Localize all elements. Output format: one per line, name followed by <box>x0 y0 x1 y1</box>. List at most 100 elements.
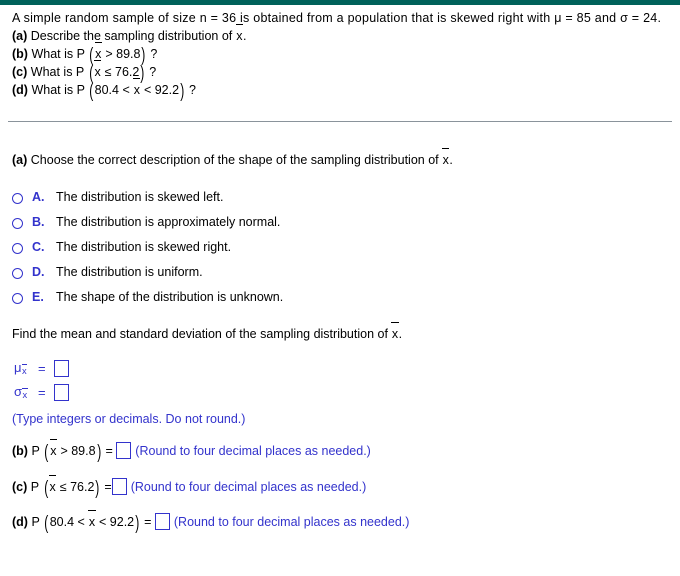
part-c-text-after: ? <box>145 65 157 79</box>
answer-c-expression: (x ≤ 76.2) <box>43 475 101 500</box>
radio-button-icon[interactable] <box>12 193 23 204</box>
part-b-label: (b) <box>12 47 28 61</box>
part-d-text-after: ? <box>185 83 196 97</box>
find-mean-sd-prompt: Find the mean and standard deviation of … <box>12 322 403 343</box>
answer-d-expression: (80.4 < x < 92.2) <box>43 510 140 535</box>
intro-period: . <box>657 11 662 25</box>
question-part-b-line: (b) What is P (x > 89.8) ? <box>12 42 661 67</box>
answer-row-b: (b) P (x > 89.8) = (Round to four decima… <box>12 439 371 464</box>
close-paren: ) <box>135 512 140 535</box>
part-c-expr-suffix: ≤ 76.2 <box>101 65 140 79</box>
radio-button-icon[interactable] <box>12 268 23 279</box>
open-paren: ( <box>44 512 49 535</box>
choice-label: The distribution is skewed left. <box>56 190 224 204</box>
equals-sign: = <box>38 360 46 376</box>
answer-row-d: (d) P (80.4 < x < 92.2) = (Round to four… <box>12 510 409 535</box>
choice-label: The distribution is approximately normal… <box>56 215 281 229</box>
choice-label: The shape of the distribution is unknown… <box>56 290 284 304</box>
find-prompt-text: Find the mean and standard deviation of … <box>12 327 392 341</box>
part-a-prompt-text: Choose the correct description of the sh… <box>30 153 443 167</box>
choice-option-e[interactable]: E. The shape of the distribution is unkn… <box>12 290 283 315</box>
answer-b-expr-suffix: > 89.8 <box>56 444 96 458</box>
answer-row-c: (c) P (x ≤ 76.2) = (Round to four decimal… <box>12 475 366 500</box>
part-a-prompt-period: . <box>449 153 453 167</box>
equals-sign: = <box>104 480 112 494</box>
probability-symbol: P <box>31 515 40 529</box>
parameter-input-rows: μx = σx = <box>14 356 69 404</box>
part-d-text: What is P <box>31 83 89 97</box>
choice-option-d[interactable]: D. The distribution is uniform. <box>12 265 283 290</box>
open-paren: ( <box>44 441 49 464</box>
question-intro-line: A simple random sample of size n = 36 is… <box>12 10 661 27</box>
find-prompt-period: . <box>398 327 403 341</box>
x-bar-symbol: x <box>93 60 102 79</box>
x-bar-symbol: x <box>235 24 244 43</box>
answer-d-expr-suffix: < 92.2 <box>95 515 135 529</box>
sigma-glyph: σ <box>14 383 23 399</box>
sd-input-row: σx = <box>14 380 69 404</box>
part-d-expr-prefix: 80.4 < <box>94 83 134 97</box>
choice-label: The distribution is skewed right. <box>56 240 232 254</box>
part-b-expr-suffix: > 89.8 <box>101 47 141 61</box>
choice-option-a[interactable]: A. The distribution is skewed left. <box>12 190 283 215</box>
answer-c-expr-suffix: ≤ 76.2 <box>56 480 95 494</box>
type-format-hint: (Type integers or decimals. Do not round… <box>12 412 246 426</box>
x-bar-symbol: x <box>133 78 141 97</box>
x-bar-symbol: x <box>391 322 399 341</box>
choice-letter: A. <box>32 190 45 204</box>
sigma-statement: σ = 24 <box>620 11 658 25</box>
mean-answer-input[interactable] <box>53 359 69 377</box>
answer-d-label: (d) <box>12 515 28 529</box>
question-part-d-line: (d) What is P (80.4 < x < 92.2) ? <box>12 78 661 103</box>
radio-button-icon[interactable] <box>12 243 23 254</box>
mean-input-row: μx = <box>14 356 69 380</box>
choice-letter: C. <box>32 240 45 254</box>
part-b-text-after: ? <box>146 47 158 61</box>
choice-option-c[interactable]: C. The distribution is skewed right. <box>12 240 283 265</box>
close-paren: ) <box>96 441 101 464</box>
sd-answer-input[interactable] <box>53 383 69 401</box>
choice-option-b[interactable]: B. The distribution is approximately nor… <box>12 215 283 240</box>
choice-letter: B. <box>32 215 45 229</box>
part-a-label: (a) <box>12 29 28 43</box>
open-paren: ( <box>88 62 93 85</box>
close-paren: ) <box>180 80 185 103</box>
part-c-label: (c) <box>12 65 28 79</box>
part-c-expression: (x ≤ 76.2) <box>88 60 146 85</box>
part-a-text-after: . <box>242 29 247 43</box>
open-paren: ( <box>89 80 94 103</box>
answer-d-input[interactable] <box>154 513 170 530</box>
answer-c-label: (c) <box>12 480 28 494</box>
part-a-text: Describe the sampling distribution of <box>30 29 236 43</box>
radio-button-icon[interactable] <box>12 218 23 229</box>
part-d-expression: (80.4 < x < 92.2) <box>88 78 185 103</box>
choice-letter: E. <box>32 290 44 304</box>
x-bar-symbol: x <box>22 387 28 401</box>
probability-symbol: P <box>30 480 40 494</box>
question-statement: A simple random sample of size n = 36 is… <box>12 10 661 103</box>
answer-b-expression: (x > 89.8) <box>43 439 102 464</box>
intro-conjunction: and <box>591 11 621 25</box>
part-b-expression: (x > 89.8) <box>88 42 147 67</box>
answer-c-input[interactable] <box>111 478 127 495</box>
close-paren: ) <box>140 62 145 85</box>
probability-symbol: P <box>31 444 40 458</box>
part-b-text: What is P <box>31 47 89 61</box>
answer-choices-group[interactable]: A. The distribution is skewed left. B. T… <box>12 190 283 315</box>
question-part-c-line: (c) What is P (x ≤ 76.2) ? <box>12 60 661 85</box>
radio-button-icon[interactable] <box>12 293 23 304</box>
answer-b-input[interactable] <box>116 442 132 459</box>
choice-letter: D. <box>32 265 45 279</box>
x-bar-symbol: x <box>49 475 57 494</box>
answer-d-expr-prefix: 80.4 < <box>49 515 89 529</box>
open-paren: ( <box>43 477 48 500</box>
mu-x-bar-symbol: μx <box>14 360 38 377</box>
open-paren: ( <box>89 44 94 67</box>
x-bar-symbol: x <box>21 363 27 377</box>
part-a-prompt-label: (a) <box>12 153 28 167</box>
part-d-expr-suffix: < 92.2 <box>140 83 180 97</box>
part-c-text: What is P <box>30 65 88 79</box>
x-bar-symbol: x <box>442 148 450 167</box>
answer-b-hint: (Round to four decimal places as needed.… <box>135 444 371 458</box>
x-bar-symbol: x <box>88 510 96 529</box>
